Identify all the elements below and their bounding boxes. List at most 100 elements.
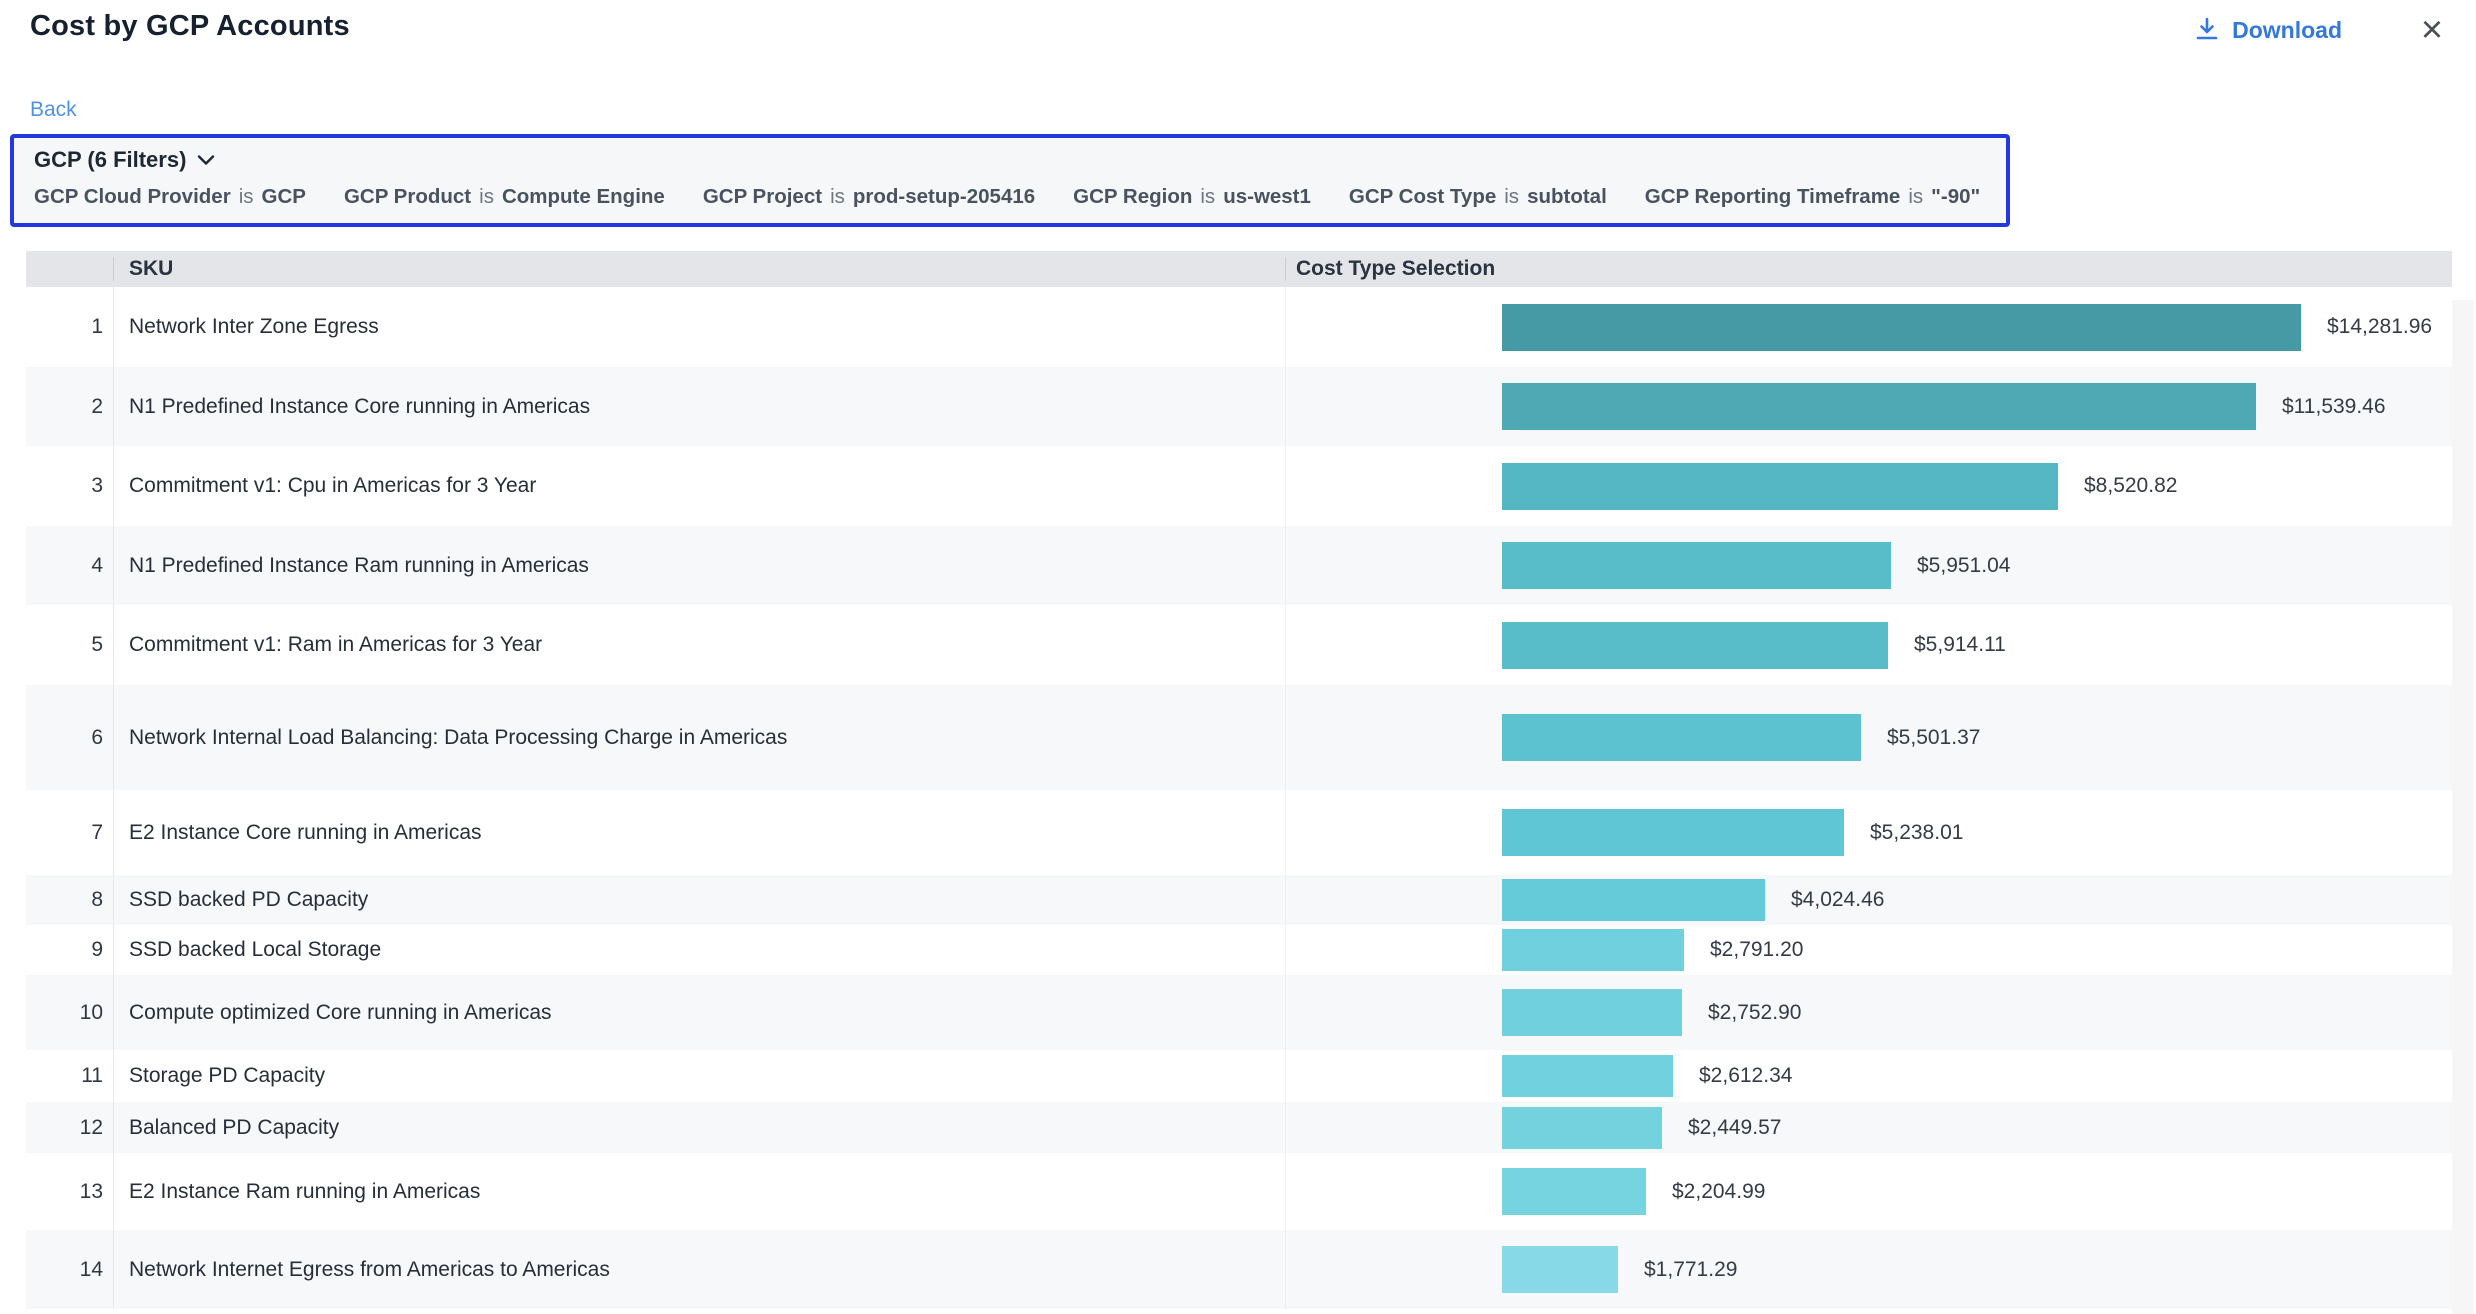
filter-value: "-90" xyxy=(1931,185,1980,209)
cost-cell: $5,238.01 xyxy=(1285,790,2452,875)
table-row[interactable]: 4 N1 Predefined Instance Ram running in … xyxy=(26,526,2452,605)
row-index: 6 xyxy=(26,726,113,750)
filter-value: subtotal xyxy=(1527,185,1607,209)
cost-bar xyxy=(1502,383,2256,430)
filter-summary-dropdown[interactable]: GCP (6 Filters) xyxy=(34,147,216,173)
table-row[interactable]: 10 Compute optimized Core running in Ame… xyxy=(26,975,2452,1050)
cost-cell: $2,204.99 xyxy=(1285,1153,2452,1230)
table-row[interactable]: 8 SSD backed PD Capacity $4,024.46 xyxy=(26,875,2452,925)
filter-op: is xyxy=(1908,185,1923,209)
cost-bar xyxy=(1502,929,1684,971)
close-icon: × xyxy=(2421,11,2443,49)
filter-field: GCP Project xyxy=(703,185,822,209)
filter-summary-label: GCP (6 Filters) xyxy=(34,147,186,173)
sku-cell: Balanced PD Capacity xyxy=(113,1102,1285,1153)
filter-field: GCP Region xyxy=(1073,185,1192,209)
cost-cell: $4,024.46 xyxy=(1285,875,2452,925)
chevron-down-icon xyxy=(196,147,216,173)
filter-chip[interactable]: GCP Project is prod-setup-205416 xyxy=(703,185,1035,209)
table-body: 1 Network Inter Zone Egress $14,281.96 2… xyxy=(26,287,2452,1309)
row-index: 8 xyxy=(26,888,113,912)
table-row[interactable]: 3 Commitment v1: Cpu in Americas for 3 Y… xyxy=(26,446,2452,526)
scrollbar[interactable] xyxy=(2452,300,2474,1314)
cost-value: $8,520.82 xyxy=(2084,474,2177,498)
cost-bar xyxy=(1502,989,1682,1036)
cost-bar xyxy=(1502,622,1888,669)
filter-panel: GCP (6 Filters) GCP Cloud Provider is GC… xyxy=(10,134,2010,227)
cost-cell: $2,791.20 xyxy=(1285,925,2452,975)
modal-header: Cost by GCP Accounts Download × xyxy=(0,0,2476,48)
cost-by-gcp-accounts-modal: Cost by GCP Accounts Download × Back GCP… xyxy=(0,0,2476,1314)
filter-field: GCP Product xyxy=(344,185,471,209)
row-index: 14 xyxy=(26,1258,113,1282)
cost-bar xyxy=(1502,1246,1618,1293)
cost-value: $5,238.01 xyxy=(1870,821,1963,845)
filter-chip[interactable]: GCP Product is Compute Engine xyxy=(344,185,665,209)
cost-bar xyxy=(1502,714,1861,761)
table-row[interactable]: 5 Commitment v1: Ram in Americas for 3 Y… xyxy=(26,605,2452,685)
cost-value: $2,791.20 xyxy=(1710,938,1803,962)
filter-chip-list: GCP Cloud Provider is GCP GCP Product is… xyxy=(34,185,1986,209)
table-row[interactable]: 11 Storage PD Capacity $2,612.34 xyxy=(26,1050,2452,1102)
filter-op: is xyxy=(239,185,254,209)
sku-cell: E2 Instance Ram running in Americas xyxy=(113,1153,1285,1230)
sku-cell: SSD backed PD Capacity xyxy=(113,875,1285,925)
back-link[interactable]: Back xyxy=(30,98,77,121)
row-index: 4 xyxy=(26,554,113,578)
cost-cell: $5,501.37 xyxy=(1285,685,2452,790)
sku-cell: Commitment v1: Cpu in Americas for 3 Yea… xyxy=(113,446,1285,526)
cost-table: SKU Cost Type Selection 1 Network Inter … xyxy=(26,251,2452,1309)
filter-value: GCP xyxy=(262,185,306,209)
cost-value: $5,951.04 xyxy=(1917,554,2010,578)
download-label: Download xyxy=(2232,17,2342,44)
cost-cell: $8,520.82 xyxy=(1285,446,2452,526)
sku-cell: N1 Predefined Instance Ram running in Am… xyxy=(113,526,1285,605)
table-row[interactable]: 12 Balanced PD Capacity $2,449.57 xyxy=(26,1102,2452,1153)
row-index: 1 xyxy=(26,315,113,339)
cost-bar xyxy=(1502,809,1844,856)
filter-chip[interactable]: GCP Reporting Timeframe is "-90" xyxy=(1645,185,1980,209)
table-row[interactable]: 7 E2 Instance Core running in Americas $… xyxy=(26,790,2452,875)
sku-cell: Network Internet Egress from Americas to… xyxy=(113,1230,1285,1309)
table-row[interactable]: 9 SSD backed Local Storage $2,791.20 xyxy=(26,925,2452,975)
column-header-cost-type: Cost Type Selection xyxy=(1285,257,2452,281)
row-index: 2 xyxy=(26,395,113,419)
filter-field: GCP Cost Type xyxy=(1349,185,1496,209)
sku-cell: Commitment v1: Ram in Americas for 3 Yea… xyxy=(113,605,1285,685)
cost-cell: $2,449.57 xyxy=(1285,1102,2452,1153)
filter-chip[interactable]: GCP Cloud Provider is GCP xyxy=(34,185,306,209)
table-row[interactable]: 6 Network Internal Load Balancing: Data … xyxy=(26,685,2452,790)
filter-field: GCP Reporting Timeframe xyxy=(1645,185,1901,209)
table-row[interactable]: 13 E2 Instance Ram running in Americas $… xyxy=(26,1153,2452,1230)
sku-cell: Network Internal Load Balancing: Data Pr… xyxy=(113,685,1285,790)
table-row[interactable]: 1 Network Inter Zone Egress $14,281.96 xyxy=(26,287,2452,367)
download-button[interactable]: Download xyxy=(2194,16,2342,44)
cost-bar xyxy=(1502,879,1765,921)
cost-value: $2,449.57 xyxy=(1688,1116,1781,1140)
row-index: 9 xyxy=(26,938,113,962)
cost-value: $5,501.37 xyxy=(1887,726,1980,750)
filter-chip[interactable]: GCP Region is us-west1 xyxy=(1073,185,1311,209)
cost-value: $5,914.11 xyxy=(1914,633,2006,657)
column-header-sku: SKU xyxy=(113,257,1285,281)
cost-bar xyxy=(1502,1107,1662,1149)
cost-cell: $5,951.04 xyxy=(1285,526,2452,605)
sku-cell: N1 Predefined Instance Core running in A… xyxy=(113,367,1285,446)
sku-cell: Compute optimized Core running in Americ… xyxy=(113,975,1285,1050)
filter-value: us-west1 xyxy=(1223,185,1311,209)
row-index: 11 xyxy=(26,1064,113,1088)
filter-op: is xyxy=(830,185,845,209)
sku-cell: Network Inter Zone Egress xyxy=(113,287,1285,367)
table-row[interactable]: 2 N1 Predefined Instance Core running in… xyxy=(26,367,2452,446)
table-row[interactable]: 14 Network Internet Egress from Americas… xyxy=(26,1230,2452,1309)
cost-cell: $14,281.96 xyxy=(1285,287,2452,367)
cost-cell: $2,752.90 xyxy=(1285,975,2452,1050)
cost-value: $2,752.90 xyxy=(1708,1001,1801,1025)
sku-cell: Storage PD Capacity xyxy=(113,1050,1285,1102)
page-title: Cost by GCP Accounts xyxy=(30,10,350,43)
close-button[interactable]: × xyxy=(2414,12,2450,48)
filter-chip[interactable]: GCP Cost Type is subtotal xyxy=(1349,185,1607,209)
cost-cell: $11,539.46 xyxy=(1285,367,2452,446)
cost-value: $14,281.96 xyxy=(2327,315,2432,339)
sku-cell: E2 Instance Core running in Americas xyxy=(113,790,1285,875)
